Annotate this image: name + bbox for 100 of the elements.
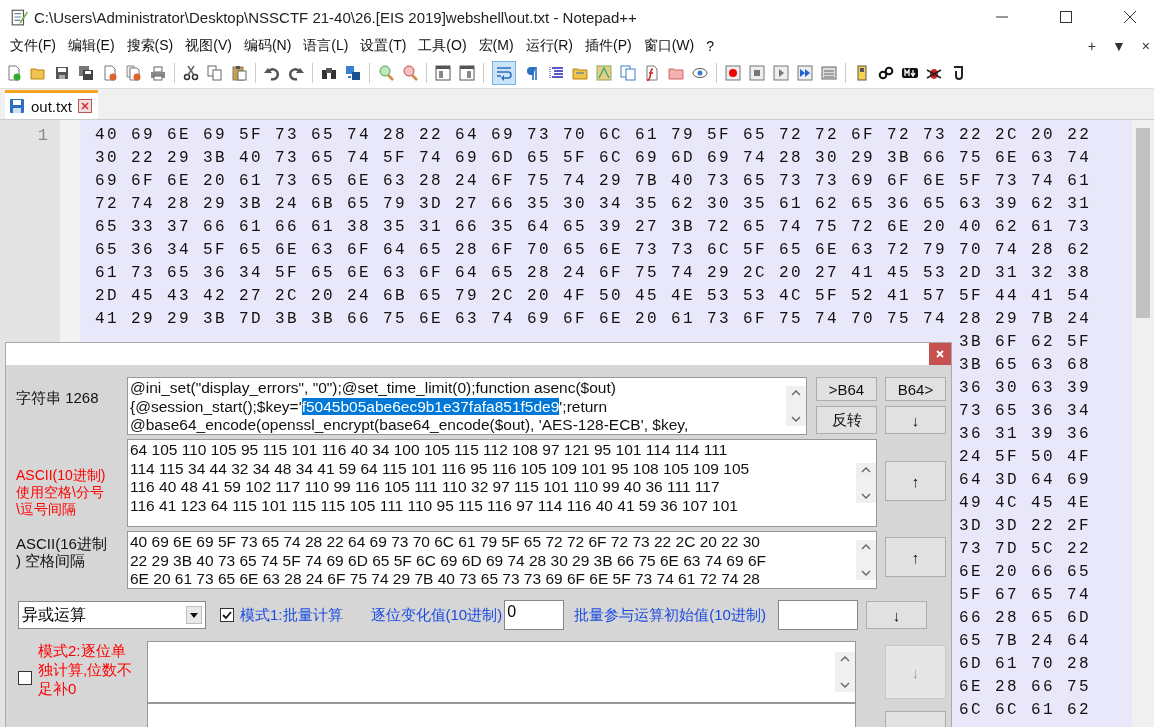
document-icon[interactable] [102,65,118,81]
code-line: 73 7D 5C 22 [959,539,1092,560]
code-line: 72 74 28 29 3B 24 6B 65 79 3D 27 66 35 30 34 35 62 30 35 61 62 65 36 65 63 39 62 31 [95,194,1092,215]
maximize-icon[interactable] [1060,11,1072,23]
play-icon[interactable] [773,65,789,81]
floppy-disks-icon[interactable] [78,65,94,81]
binoculars-icon[interactable] [321,65,337,81]
paste-icon[interactable] [231,65,247,81]
code-line: 41 29 29 3B 7D 3B 3B 66 75 6E 63 74 69 6F 6E 20 61 73 6F 75 74 70 75 74 28 29 7B 24 [95,309,1092,330]
action-button[interactable]: ↑ [885,461,946,501]
menu-item[interactable]: 编码(N) [237,37,298,55]
output-field[interactable] [147,641,856,703]
checkbox[interactable] [18,671,32,685]
action-button[interactable]: ↑ [885,537,946,577]
code-line: 3B 6F 62 5F [959,332,1092,353]
decimal-field[interactable]: 64 105 110 105 95 115 101 116 40 34 100 105 115 112 108 97 121 95 101 114 114 111 114 115 34 44 32 34 48 34 41 59 64 115 101 116 95 116 105 109 101 95 108 105 109 105 116 40 48 41 59 102 117 110 99 116 105 111 110 32 97 115 101 110 99 40 36 111 117 116 41 123 64 115 101 115 115 105 111 110 95 115 116 97 114 116 40 41 59 36 107 101 [127,439,877,527]
function-icon[interactable] [644,65,660,81]
line-number: 1 [36,125,49,147]
code-line: 69 6F 6E 20 61 73 65 6E 63 28 24 6F 75 74 29 7B 40 73 65 73 73 69 6F 6E 5F 73 74 61 [95,171,1092,192]
menu-item[interactable]: 搜索(S) [120,37,180,55]
code-line: 6D 61 70 28 [959,654,1092,675]
action-button[interactable]: ↓ [865,601,927,629]
notepad-icon [10,8,28,26]
menu-control[interactable]: × [1141,38,1150,54]
cut-icon[interactable] [183,65,199,81]
dropdown-arrow-icon [186,606,202,624]
print-icon[interactable] [150,65,166,81]
window-icon[interactable] [435,65,451,81]
menu-item[interactable]: 工具(O) [412,37,473,55]
copy-icon[interactable] [207,65,223,81]
menu-item[interactable]: 窗口(W) [637,37,701,55]
file-tab[interactable]: out.txt [5,90,98,119]
step-input[interactable]: 0 [504,600,565,630]
code-line: 49 4C 45 4E [959,493,1092,514]
stop-icon[interactable] [749,65,765,81]
checkbox-label[interactable]: 模式1:批量计算 [240,605,343,625]
initial-value-input[interactable] [777,600,858,630]
code-line: 73 65 36 34 [959,401,1092,422]
code-line: 61 73 65 36 34 5F 65 6E 63 6F 64 65 28 24 6F 75 74 29 2C 20 27 41 45 53 2D 31 32 38 [95,263,1092,284]
fast-forward-icon[interactable] [797,65,813,81]
new-file-icon[interactable] [6,65,22,81]
menu-item[interactable]: 文件(F) [4,37,62,55]
code-line: 3B 65 63 68 [959,355,1092,376]
record-icon[interactable] [725,65,741,81]
action-button[interactable]: 反转 [816,406,877,434]
action-button[interactable]: >B64 [816,377,877,401]
redo-icon[interactable] [288,65,304,81]
documents-icon[interactable] [126,65,142,81]
menu-item[interactable]: 运行(R) [519,37,579,55]
code-line: 64 3D 64 69 [959,470,1092,491]
code-line: 6E 28 66 75 [959,677,1092,698]
menu-item[interactable]: 宏(M) [472,37,520,55]
field-label: 逐位变化值(10进制) [370,605,503,625]
menu-item[interactable]: 视图(V) [179,37,238,55]
documents-icon[interactable] [620,65,636,81]
window-icon[interactable] [459,65,475,81]
menu-control[interactable]: + [1087,38,1096,54]
scrollbar[interactable] [1132,120,1154,727]
link-icon[interactable] [878,65,894,81]
open-folder-icon[interactable] [30,65,46,81]
code-line: 36 31 39 36 [959,424,1092,445]
code-line: 65 7B 24 64 [959,631,1092,652]
markdown-icon[interactable] [902,65,918,81]
field-label: ASCII(10进制) 使用空格\分号 \逗号间隔 [15,466,107,518]
code-line: 40 69 6E 69 5F 73 65 74 28 22 64 69 73 70 6C 61 79 5F 65 72 72 6F 72 73 22 2C 20 22 [95,125,1092,146]
field-label: 字符串 1268 [15,388,100,406]
eye-icon[interactable] [692,65,708,81]
code-line: 6E 20 66 65 [959,562,1092,583]
zoom-in-icon[interactable] [378,65,394,81]
folder-icon[interactable] [572,65,588,81]
folder-icon[interactable] [668,65,684,81]
zoom-out-icon[interactable] [402,65,418,81]
string-field[interactable]: @ini_set("display_errors", "0");@set_time_limit(0);function asenc($out) {@session_start();$key='f5045b05abe6ec9b1e37fafa851f5de9';return @base64_encode(openssl_encrypt(base64_encode($out), 'AES-128-ECB', $key, [127,377,807,435]
pilcrow-icon[interactable] [524,65,540,81]
code-line: 24 5F 50 4F [959,447,1092,468]
code-line: 36 30 63 39 [959,378,1092,399]
hex-field[interactable]: 40 69 6E 69 5F 73 65 74 28 22 64 69 73 70 6C 61 79 5F 65 72 72 6F 72 73 22 2C 20 22 30 22 29 3B 40 73 65 74 5F 74 69 6D 65 5F 6C 69 6D 69 74 28 30 29 3B 66 75 6E 63 74 69 6F 6E 20 61 73 65 6E 63 28 24 6F 75 74 29 7B 40 73 65 73 73 69 6F 6E 5F 73 74 61 72 74 28 [127,531,877,589]
field-label: 批量参与运算初始值(10进制) [574,605,766,625]
replace-icon[interactable] [345,65,361,81]
operation-dropdown[interactable]: 异或运算 [18,601,206,629]
checkbox[interactable] [220,608,234,622]
action-button[interactable]: B64> [885,377,946,401]
code-line: 30 22 29 3B 40 73 65 74 5F 74 69 6D 65 5F 6C 69 6D 69 74 28 30 29 3B 66 75 6E 63 74 [95,148,1092,169]
close-icon[interactable] [1124,11,1136,23]
menu-item[interactable]: 语言(L) [297,37,355,55]
code-line: 6C 6C 61 62 [959,700,1092,721]
action-button[interactable]: ↓ [885,406,946,434]
menu-control[interactable]: ▼ [1111,38,1126,54]
menu-item[interactable]: 插件(P) [579,37,638,55]
window-title: C:\Users\Administrator\Desktop\NSSCTF 21-40\26.[EIS 2019]webshell\out.txt - Notepad++ [34,8,637,26]
menu-item[interactable]: 编辑(E) [61,37,121,55]
code-line: 3D 3D 22 2F [959,516,1092,537]
tab-label[interactable]: out.txt [31,97,72,115]
menu-item[interactable]: ? [700,38,721,54]
indent-guide-icon[interactable] [548,65,564,81]
undo-icon[interactable] [264,65,280,81]
code-line: 66 28 65 6D [959,608,1092,629]
code-line: 65 36 34 5F 65 6E 63 6F 64 65 28 6F 70 65 6E 73 73 6C 5F 65 6E 63 72 79 70 74 28 62 [95,240,1092,261]
code-line: 2D 45 43 42 27 2C 20 24 6B 65 79 2C 20 4F 50 45 4E 53 53 4C 5F 52 41 57 5F 44 41 54 [95,286,1092,307]
menu-item[interactable]: 设置(T) [354,37,413,55]
